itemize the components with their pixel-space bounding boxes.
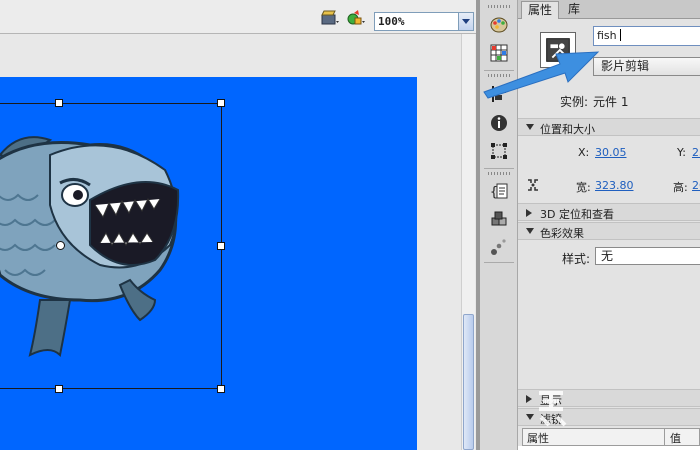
separator xyxy=(484,262,514,263)
section-color-effect[interactable]: 色彩效果 xyxy=(518,222,700,240)
width-value[interactable]: 323.80 xyxy=(595,179,634,192)
vertical-scrollbar[interactable] xyxy=(461,34,475,450)
column-header-value[interactable]: 值 xyxy=(670,430,681,446)
tab-library[interactable]: 库 xyxy=(562,1,586,19)
style-label: 样式: xyxy=(562,252,591,266)
zoom-value: 100% xyxy=(378,15,405,28)
y-value[interactable]: 25 xyxy=(692,146,700,159)
grip-handle[interactable] xyxy=(488,172,510,175)
style-select[interactable]: 无 xyxy=(595,247,700,265)
chevron-right-icon xyxy=(526,209,532,217)
height-value[interactable]: 26 xyxy=(692,179,700,192)
filter-table-body xyxy=(518,446,700,450)
section-label: 位置和大小 xyxy=(540,123,595,136)
components-icon[interactable] xyxy=(489,209,509,229)
x-value[interactable]: 30.05 xyxy=(595,146,627,159)
tab-properties[interactable]: 属性 xyxy=(521,1,560,19)
transform-icon[interactable] xyxy=(489,141,509,161)
panel-tab-bar: 属性 库 xyxy=(518,0,700,19)
motion-presets-icon[interactable] xyxy=(489,237,509,257)
scrollbar-thumb[interactable] xyxy=(463,314,474,450)
stage-toolbar: 100% xyxy=(0,0,478,34)
color-palette-icon[interactable] xyxy=(489,15,509,35)
column-divider[interactable] xyxy=(664,429,665,445)
x-label: X: xyxy=(578,146,590,159)
chevron-right-icon xyxy=(526,395,532,403)
lock-icon[interactable] xyxy=(526,178,540,192)
annotation-arrow-icon xyxy=(483,51,600,99)
chevron-down-icon xyxy=(526,124,534,130)
column-header-property[interactable]: 属性 xyxy=(527,430,549,446)
watermark-logo-icon xyxy=(539,391,567,427)
separator xyxy=(484,168,514,169)
transform-handle[interactable] xyxy=(217,99,225,107)
grip-handle[interactable] xyxy=(488,5,510,8)
transform-handle[interactable] xyxy=(217,242,225,250)
registration-point[interactable] xyxy=(56,241,65,250)
info-icon[interactable] xyxy=(489,113,509,133)
selection-bounding-box xyxy=(0,103,222,389)
behaviors-icon[interactable]: { xyxy=(489,181,509,201)
zoom-select[interactable]: 100% xyxy=(374,12,474,31)
filter-table-header: 属性 值 xyxy=(522,428,700,446)
transform-handle[interactable] xyxy=(217,385,225,393)
section-3d-position[interactable]: 3D 定位和查看 xyxy=(518,203,700,221)
chevron-down-icon xyxy=(526,228,534,234)
height-label: 高: xyxy=(673,181,688,194)
chevron-down-icon xyxy=(526,414,534,420)
y-label: Y: xyxy=(677,146,686,159)
chevron-down-icon[interactable] xyxy=(458,13,473,30)
stage-area: 100% xyxy=(0,0,478,450)
edit-symbol-icon[interactable] xyxy=(346,9,366,27)
section-label: 色彩效果 xyxy=(540,227,584,240)
edit-scene-icon[interactable] xyxy=(320,9,340,27)
section-label: 3D 定位和查看 xyxy=(540,208,614,221)
width-label: 宽: xyxy=(576,181,591,194)
section-position-size[interactable]: 位置和大小 xyxy=(518,118,700,136)
transform-handle[interactable] xyxy=(55,99,63,107)
transform-handle[interactable] xyxy=(55,385,63,393)
